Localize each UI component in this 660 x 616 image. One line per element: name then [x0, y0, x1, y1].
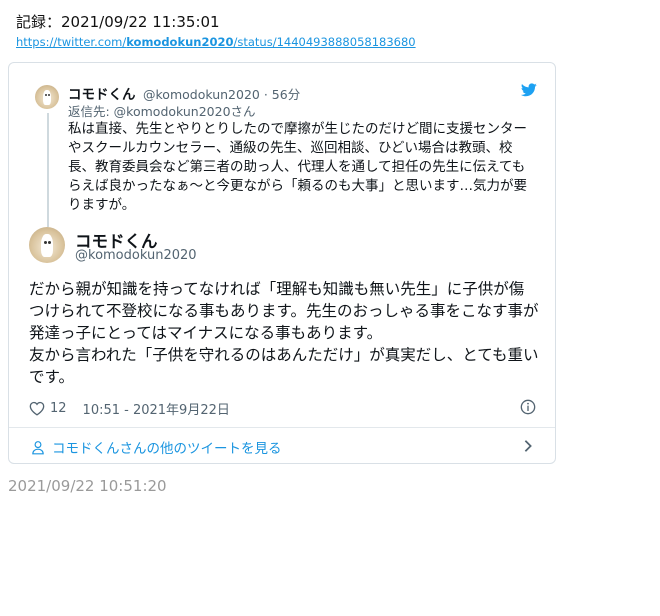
- more-tweets-link[interactable]: コモドくんさんの他のツイートを見る: [31, 437, 282, 457]
- twitter-bird-icon[interactable]: [521, 83, 537, 97]
- url-suffix: /status/1440493888058183680: [233, 35, 416, 49]
- main-avatar[interactable]: [29, 227, 65, 263]
- main-author-handle[interactable]: @komodokun2020: [75, 248, 197, 263]
- url-user: komodokun2020: [126, 35, 234, 49]
- tweet-url-link[interactable]: https://twitter.com/komodokun2020/status…: [16, 35, 416, 49]
- thread-line: [47, 113, 49, 227]
- parent-handle-text: @komodokun2020: [143, 87, 260, 102]
- more-tweets-label: コモドくんさんの他のツイートを見る: [52, 441, 282, 457]
- heart-icon[interactable]: [29, 401, 45, 416]
- card-divider: [9, 427, 555, 428]
- like-count[interactable]: 12: [50, 401, 67, 416]
- capture-timestamp: 2021/09/22 10:51:20: [8, 477, 167, 495]
- person-icon: [32, 440, 44, 454]
- reply-to-label: 返信先: @komodokun2020さん: [68, 104, 256, 119]
- tweet-embed-card: コモドくん @komodokun2020 · 56分 返信先: @komodok…: [8, 62, 556, 464]
- chevron-right-icon[interactable]: [523, 439, 533, 453]
- record-timestamp: 記録：2021/09/22 11:35:01: [16, 13, 220, 31]
- parent-avatar[interactable]: [35, 85, 59, 109]
- parent-tweet-text: 私は直接、先生とやりとりしたので摩擦が生じたのだけど間に支援センターやスクールカ…: [68, 121, 527, 213]
- url-prefix: https://twitter.com/: [16, 35, 127, 49]
- parent-time: · 56分: [263, 87, 301, 102]
- parent-author-name[interactable]: コモドくん: [68, 83, 136, 103]
- main-tweet-text: だから親が知識を持ってなければ「理解も知識も無い先生」に子供が傷つけられて不登校…: [29, 280, 539, 386]
- tweet-timestamp[interactable]: 10:51 - 2021年9月22日: [83, 399, 230, 418]
- info-icon[interactable]: [520, 399, 536, 415]
- tweet-meta: 12 10:51 - 2021年9月22日: [29, 399, 230, 418]
